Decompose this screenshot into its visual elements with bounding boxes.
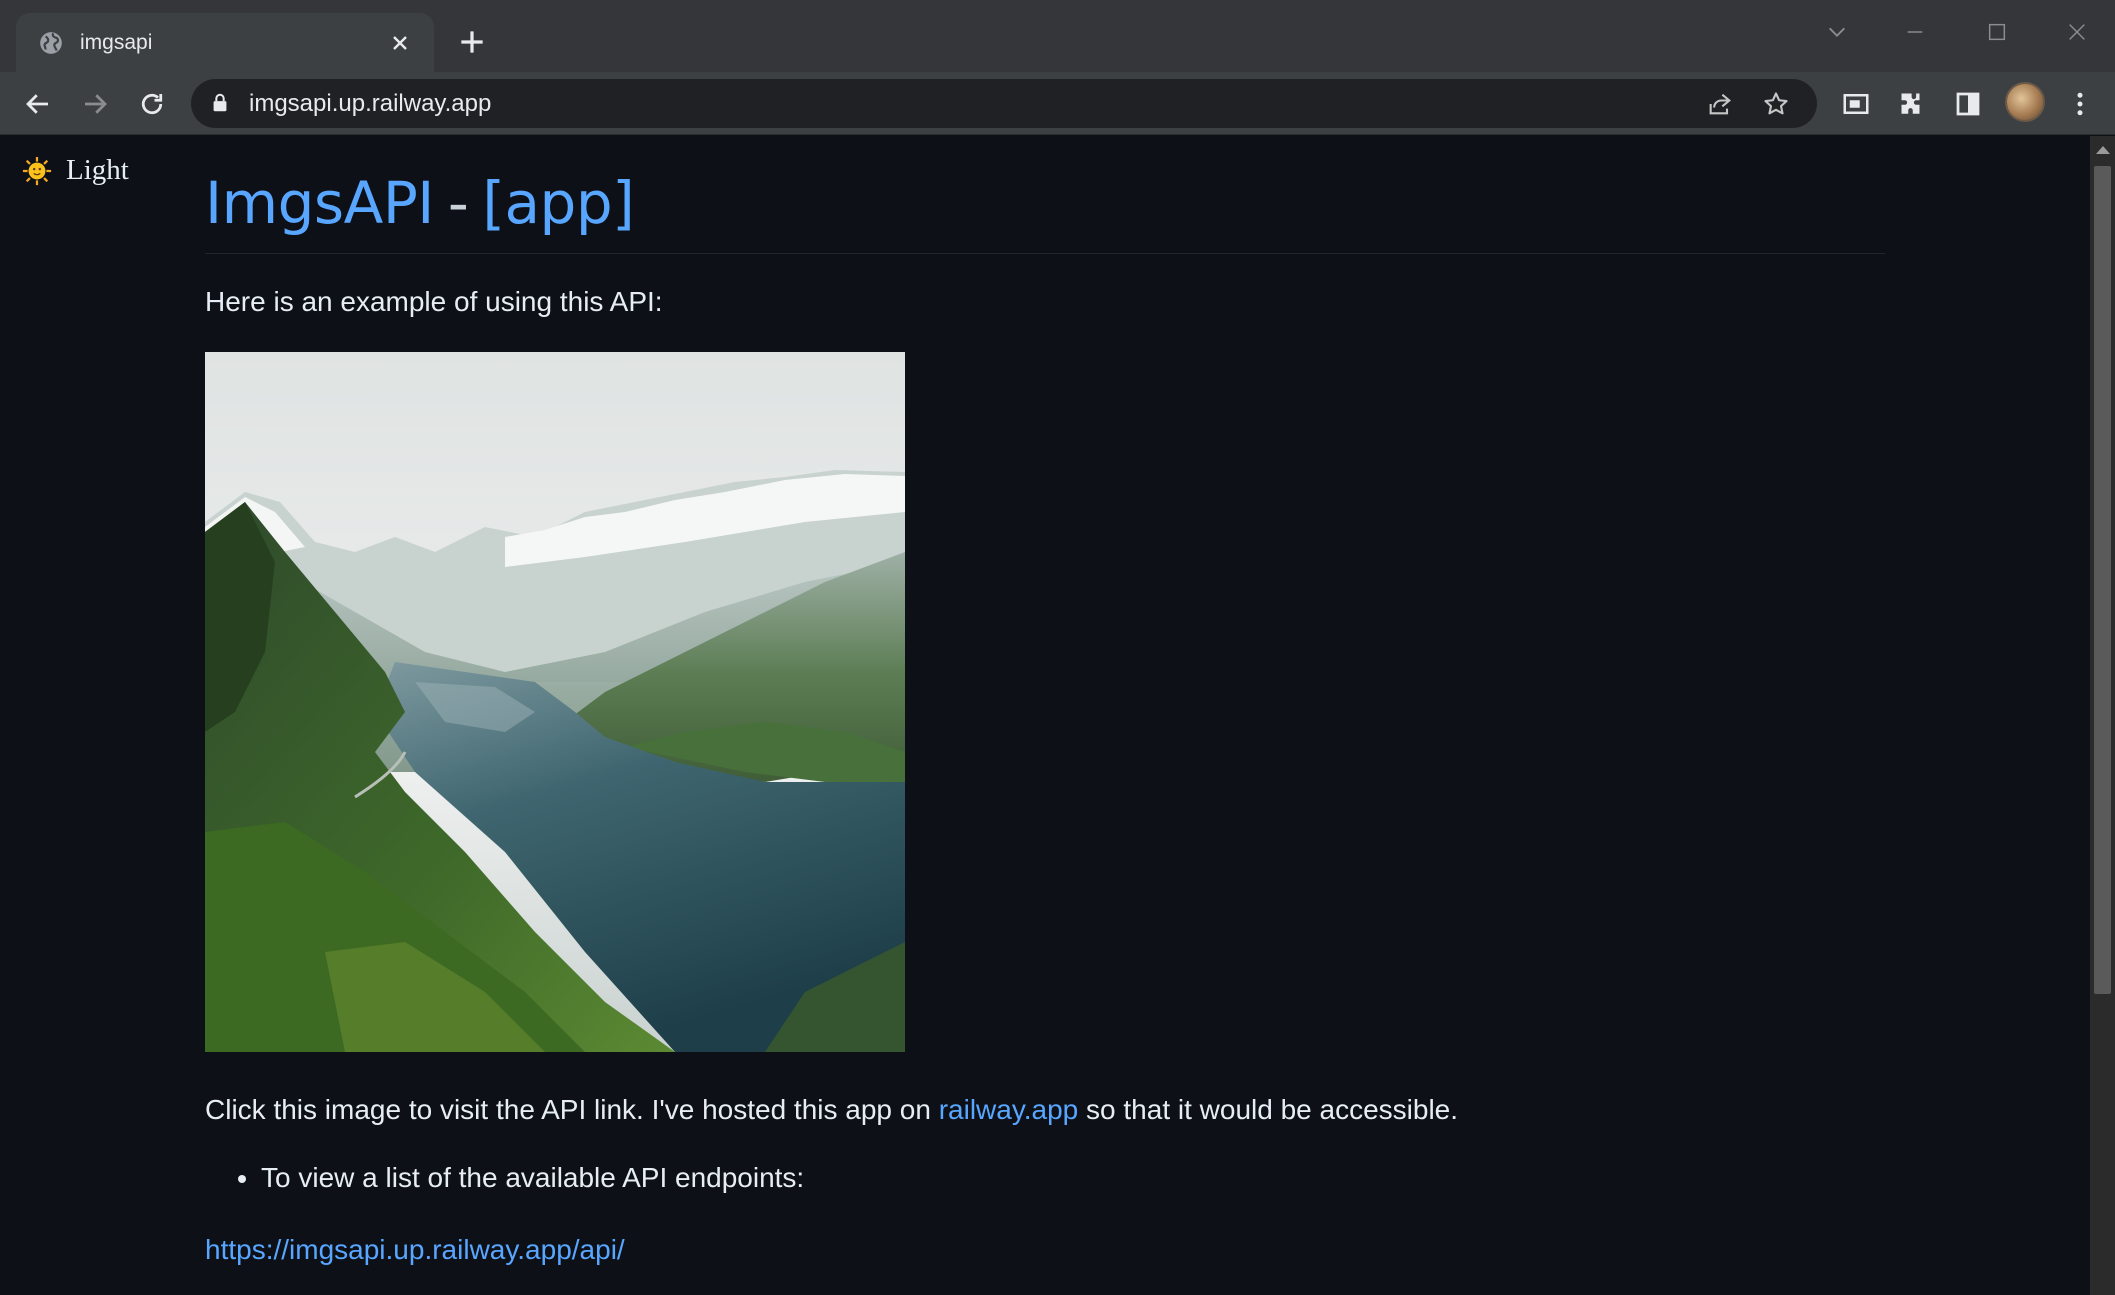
side-panel-icon bbox=[1956, 92, 1980, 116]
share-button[interactable] bbox=[1704, 88, 1736, 120]
description-before: Click this image to visit the API link. … bbox=[205, 1094, 939, 1125]
description-after: so that it would be accessible. bbox=[1078, 1094, 1459, 1125]
lock-icon[interactable] bbox=[209, 92, 231, 114]
close-window-button[interactable] bbox=[2055, 10, 2099, 54]
maximize-icon bbox=[1988, 23, 2006, 41]
arrow-right-icon bbox=[85, 94, 107, 114]
api-endpoint-link[interactable]: https://imgsapi.up.railway.app/api/ bbox=[205, 1234, 1885, 1266]
sun-face-icon bbox=[22, 156, 52, 185]
media-button[interactable] bbox=[1836, 84, 1876, 124]
endpoints-list: To view a list of the available API endp… bbox=[261, 1162, 1885, 1194]
profile-avatar[interactable] bbox=[2005, 82, 2045, 122]
new-tab-icon[interactable] bbox=[456, 26, 488, 58]
intro-text: Here is an example of using this API: bbox=[205, 286, 663, 317]
list-item: To view a list of the available API endp… bbox=[261, 1162, 1885, 1194]
theme-toggle[interactable]: Light bbox=[22, 154, 129, 187]
example-image[interactable] bbox=[205, 352, 905, 1052]
browser-tab[interactable]: imgsapi bbox=[16, 13, 434, 72]
star-icon bbox=[1764, 92, 1788, 115]
browser-titlebar: imgsapi bbox=[0, 0, 2115, 72]
puzzle-icon bbox=[1901, 93, 1920, 114]
url-text[interactable]: imgsapi.up.railway.app bbox=[249, 90, 491, 118]
close-tab-icon[interactable] bbox=[388, 31, 412, 55]
minimize-icon bbox=[1907, 31, 1923, 33]
tab-search-button[interactable] bbox=[1815, 10, 1859, 54]
chevron-down-icon bbox=[1829, 27, 1845, 37]
bookmark-button[interactable] bbox=[1760, 88, 1792, 120]
tab-title: imgsapi bbox=[80, 30, 153, 54]
title-separator: - bbox=[447, 169, 469, 237]
extensions-button[interactable] bbox=[1892, 84, 1932, 124]
arrow-left-icon bbox=[26, 94, 48, 114]
menu-button[interactable] bbox=[2060, 84, 2100, 124]
close-icon bbox=[2069, 24, 2085, 40]
main-content: ImgsAPI - [app] Here is an example of usin… bbox=[205, 136, 1885, 1266]
address-bar[interactable]: imgsapi.up.railway.app bbox=[191, 79, 1817, 128]
scrollbar-thumb[interactable] bbox=[2094, 166, 2111, 994]
page-body: Light ImgsAPI - [app] Here is an example o… bbox=[0, 136, 2090, 1295]
description-text: Click this image to visit the API link. … bbox=[205, 1094, 1885, 1126]
scroll-up-icon[interactable] bbox=[2096, 146, 2110, 154]
maximize-button[interactable] bbox=[1975, 10, 2019, 54]
side-panel-button[interactable] bbox=[1948, 84, 1988, 124]
share-icon bbox=[1709, 93, 1731, 115]
forward-button[interactable] bbox=[75, 84, 115, 124]
globe-icon bbox=[40, 31, 62, 54]
railway-link[interactable]: railway.app bbox=[939, 1094, 1079, 1125]
title-link[interactable]: ImgsAPI bbox=[205, 169, 434, 237]
theme-toggle-label: Light bbox=[66, 154, 129, 186]
reload-button[interactable] bbox=[132, 84, 172, 124]
picture-in-picture-icon bbox=[1843, 94, 1869, 114]
back-button[interactable] bbox=[18, 84, 58, 124]
page-title: ImgsAPI - [app] bbox=[205, 169, 1885, 254]
app-link[interactable]: [app] bbox=[482, 169, 634, 237]
kebab-menu-icon bbox=[2077, 92, 2083, 116]
page-scrollbar[interactable] bbox=[2090, 136, 2115, 1295]
minimize-button[interactable] bbox=[1893, 10, 1937, 54]
reload-icon bbox=[141, 93, 163, 115]
browser-toolbar: imgsapi.up.railway.app bbox=[0, 72, 2115, 135]
